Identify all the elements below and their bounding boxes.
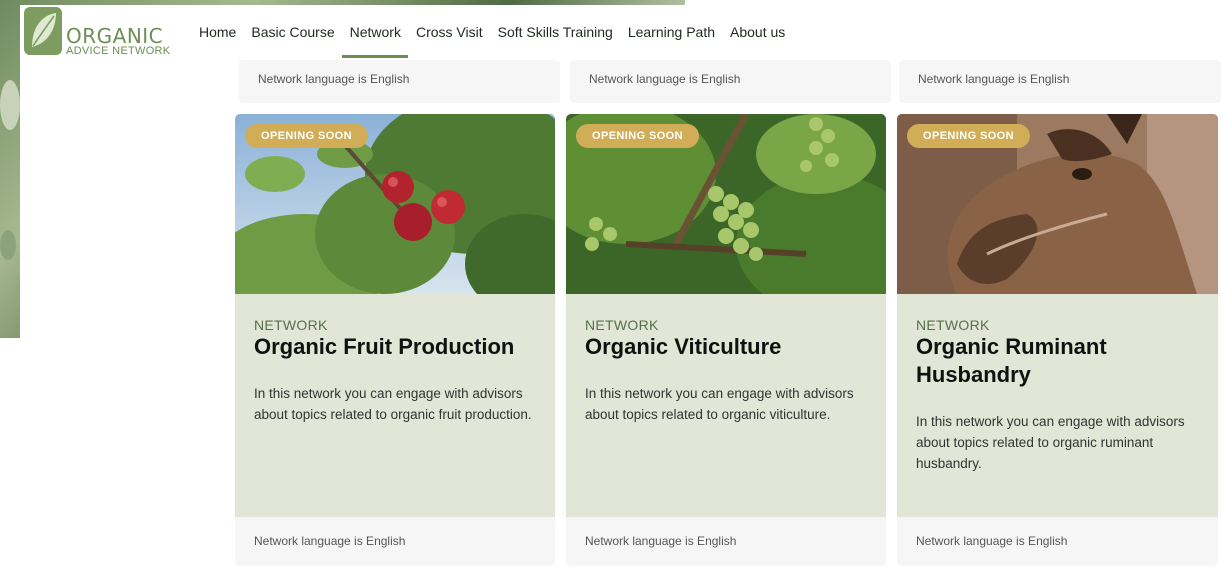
nav-item-home[interactable]: Home xyxy=(199,23,244,41)
site-logo[interactable]: ORGANIC ADVICE NETWORK xyxy=(24,7,174,59)
card-eyebrow: NETWORK xyxy=(254,317,328,333)
network-language: Network language is English xyxy=(585,534,737,548)
nav-item-basic-course[interactable]: Basic Course xyxy=(244,23,342,41)
leaf-logo-icon xyxy=(24,7,62,55)
network-language: Network language is English xyxy=(918,72,1070,86)
nav-item-learning-path[interactable]: Learning Path xyxy=(620,23,722,41)
network-language: Network language is English xyxy=(916,534,1068,548)
brand-subtitle: ADVICE NETWORK xyxy=(66,45,171,57)
network-language: Network language is English xyxy=(258,72,410,86)
card-description: In this network you can engage with advi… xyxy=(585,386,854,422)
nav-item-about-us[interactable]: About us xyxy=(723,23,793,41)
card-eyebrow: NETWORK xyxy=(585,317,659,333)
network-card-footer: Network language is English xyxy=(239,60,560,103)
card-body: NETWORK Organic Fruit Production In this… xyxy=(235,294,555,517)
nav-item-network[interactable]: Network xyxy=(342,23,409,58)
status-badge: OPENING SOON xyxy=(576,124,699,148)
network-card-ruminant[interactable]: OPENING SOON NETWORK Organic Ruminant Hu… xyxy=(897,114,1218,566)
card-body: NETWORK Organic Viticulture In this netw… xyxy=(566,294,886,517)
card-body: NETWORK Organic Ruminant Husbandry In th… xyxy=(897,294,1218,517)
card-footer: Network language is English xyxy=(897,517,1218,566)
card-description: In this network you can engage with advi… xyxy=(916,414,1185,471)
network-language: Network language is English xyxy=(589,72,741,86)
card-title[interactable]: Organic Viticulture xyxy=(585,333,867,361)
card-eyebrow: NETWORK xyxy=(916,317,990,333)
card-title[interactable]: Organic Fruit Production xyxy=(254,333,536,361)
main-nav: Home Basic Course Network Cross Visit So… xyxy=(199,23,793,58)
page-window: ORGANIC ADVICE NETWORK Home Basic Course… xyxy=(20,5,1223,572)
card-footer: Network language is English xyxy=(235,517,555,566)
network-card-fruit[interactable]: OPENING SOON NETWORK Organic Fruit Produ… xyxy=(235,114,555,566)
nav-item-cross-visit[interactable]: Cross Visit xyxy=(408,23,490,41)
network-card-viticulture[interactable]: OPENING SOON NETWORK Organic Viticulture… xyxy=(566,114,886,566)
status-badge: OPENING SOON xyxy=(907,124,1030,148)
status-badge: OPENING SOON xyxy=(245,124,368,148)
network-card-footer: Network language is English xyxy=(899,60,1221,103)
card-footer: Network language is English xyxy=(566,517,886,566)
network-card-footer: Network language is English xyxy=(570,60,891,103)
background-leaf xyxy=(0,230,16,260)
background-leaf xyxy=(0,80,20,130)
card-title[interactable]: Organic Ruminant Husbandry xyxy=(916,333,1146,389)
card-description: In this network you can engage with advi… xyxy=(254,386,532,422)
network-language: Network language is English xyxy=(254,534,406,548)
nav-item-soft-skills-training[interactable]: Soft Skills Training xyxy=(490,23,620,41)
